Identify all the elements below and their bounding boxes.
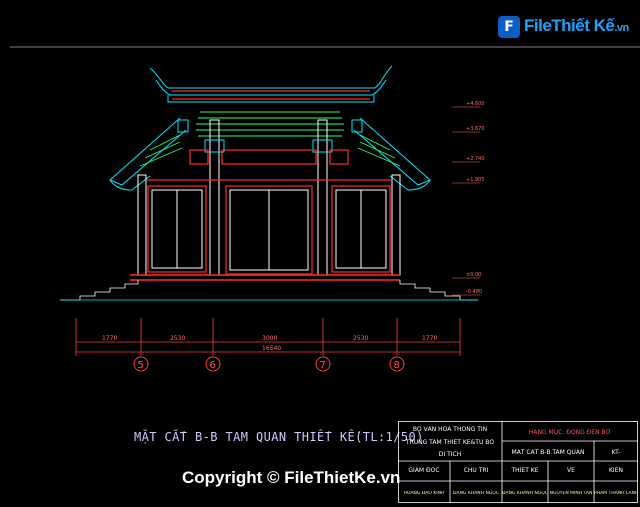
dim-total: 16540 [262, 345, 281, 352]
level-label-1: +4.600 [466, 101, 485, 107]
level-label-6: -0.480 [466, 289, 482, 295]
tb-project: HẠNG MỤC: ĐỘNG ĐÈN BỜ [528, 429, 612, 436]
logo-suffix: .vn [614, 22, 629, 34]
axis-label-8: 8 [394, 360, 400, 371]
tb-role-design: THIẾT KẾ [511, 467, 539, 474]
tb-org-line3: DI TÍCH [438, 451, 462, 458]
tb-name-3: ĐẶNG KHÁNH NGỌC [502, 491, 548, 496]
logo-mark-icon: F [498, 16, 520, 38]
tb-role-check: KIỂN [609, 467, 623, 474]
filethietke-logo: F FileThiết Kế.vn [498, 14, 629, 40]
dim-seg-4: 2530 [353, 335, 368, 342]
tb-sheet-name: MẶT CẮT B-B TAM QUAN [511, 449, 585, 456]
door-panels [151, 189, 387, 271]
plinth [130, 274, 400, 281]
beams [146, 149, 392, 181]
dim-seg-1: 1770 [102, 335, 117, 342]
drawing-title: MẶT CẮT B-B TAM QUAN THIẾT KẾ(TL:1/50) [134, 430, 424, 444]
title-block: BỘ VĂN HÓA THÔNG TIN TRUNG TÂM THIẾT KẾ&… [398, 421, 638, 503]
tb-name-4: NGUYỄN MINH TÂN [549, 491, 593, 496]
level-label-2: +3.670 [466, 126, 485, 132]
copyright-watermark: Copyright © FileThietKe.vn [182, 468, 401, 487]
tb-sheet-code: KT- [611, 449, 621, 456]
tb-org-line1: BỘ VĂN HÓA THÔNG TIN [412, 426, 488, 433]
level-markers [452, 106, 480, 296]
tb-role-draw: VẼ [567, 467, 575, 474]
level-label-3: +2.740 [466, 156, 485, 162]
tb-name-5: PHẠM THANH LÀNG [594, 491, 638, 496]
level-label-5: ±0.00 [466, 272, 481, 278]
logo-name: FileThiết Kế [524, 16, 615, 35]
dim-seg-5: 1770 [422, 335, 437, 342]
lower-roof [109, 117, 431, 191]
steps [60, 280, 478, 301]
level-label-4: +1.905 [466, 177, 485, 183]
tb-role-lead: CHỦ TRÌ [463, 467, 489, 474]
roof-tile-hatch [196, 111, 344, 137]
tb-name-2: ĐẶNG KHÁNH NGỌC [453, 491, 499, 496]
dim-seg-3: 3000 [262, 335, 277, 342]
axis-label-5: 5 [138, 360, 144, 371]
upper-roof [149, 65, 393, 103]
tb-org-line2: TRUNG TÂM THIẾT KẾ&TU BỔ [405, 439, 495, 446]
axis-label-7: 7 [320, 360, 326, 371]
axis-bubbles [133, 356, 405, 372]
tb-name-1: HOÀNG ĐẠO KÍNH [403, 491, 445, 496]
logo-text: FileThiết Kế.vn [524, 16, 629, 36]
dim-seg-2: 2530 [170, 335, 185, 342]
tb-role-director: GIÁM ĐỐC [408, 467, 440, 474]
axis-label-6: 6 [210, 360, 216, 371]
